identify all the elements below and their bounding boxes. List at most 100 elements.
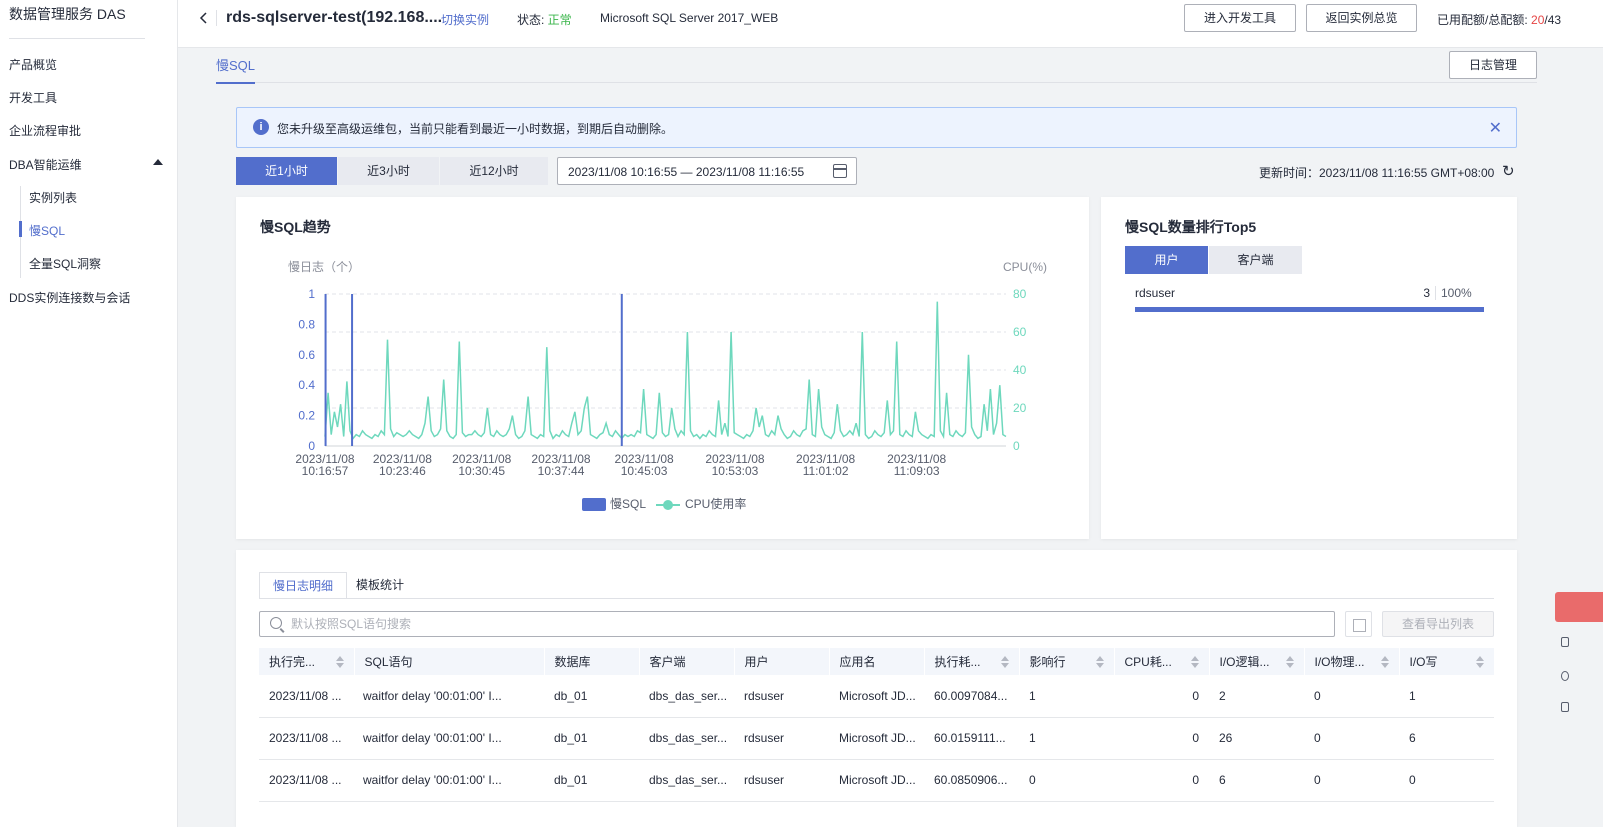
rank-name: rdsuser — [1135, 286, 1176, 300]
active-indicator — [19, 221, 22, 237]
close-icon[interactable]: ✕ — [1489, 118, 1502, 138]
table-cell: 2 — [1209, 675, 1304, 718]
tab-template-stats[interactable]: 模板统计 — [343, 572, 417, 599]
range-3h-button[interactable]: 近3小时 — [338, 157, 439, 185]
column-header: SQL语句 — [354, 648, 545, 675]
column-header[interactable]: I/O写 — [1399, 648, 1495, 675]
x-tick-time: 10:16:57 — [302, 464, 349, 478]
sidebar-item-dba-ops[interactable]: DBA智能运维 — [9, 156, 82, 173]
slow-sql-trend-card: 慢SQL趋势 慢日志（个） CPU(%) 0 0.2 0.4 0.6 0.8 1 0 20 40 60… — [236, 197, 1089, 539]
back-overview-button[interactable]: 返回实例总览 — [1306, 4, 1417, 32]
sidebar-item-full-sql[interactable]: 全量SQL洞察 — [29, 255, 101, 272]
search-input[interactable] — [291, 615, 1311, 633]
table-cell: 26 — [1209, 717, 1304, 760]
y-tick-right: 80 — [1013, 287, 1027, 301]
help-icon[interactable] — [1561, 671, 1569, 681]
info-icon: i — [253, 119, 269, 135]
column-header[interactable]: 影响行 — [1019, 648, 1115, 675]
column-header[interactable]: 执行耗... — [924, 648, 1020, 675]
column-header[interactable]: I/O物理... — [1304, 648, 1400, 675]
divider — [216, 10, 217, 26]
table-cell: 2023/11/08 ... — [259, 759, 354, 802]
sort-icon[interactable] — [1475, 656, 1484, 668]
log-management-button[interactable]: 日志管理 — [1449, 51, 1537, 79]
table-cell: waitfor delay '00:01:00' I... — [354, 717, 544, 760]
column-header[interactable]: I/O逻辑... — [1209, 648, 1305, 675]
export-button[interactable] — [1345, 611, 1372, 637]
x-tick-time: 10:45:03 — [621, 464, 668, 478]
tab-slow-sql[interactable]: 慢SQL — [216, 55, 256, 84]
sidebar-item-dev-tools[interactable]: 开发工具 — [9, 89, 57, 106]
column-header: 应用名 — [829, 648, 925, 675]
range-1h-button[interactable]: 近1小时 — [236, 157, 337, 185]
sort-icon[interactable] — [1000, 656, 1009, 668]
quota-used: 20 — [1531, 13, 1545, 27]
instance-title: rds-sqlserver-test(192.168.... — [226, 9, 443, 26]
sidebar-item-dds-sessions[interactable]: DDS实例连接数与会话 — [9, 289, 130, 306]
divider — [1435, 286, 1436, 300]
chevron-up-icon[interactable] — [153, 159, 163, 165]
date-range-picker[interactable]: 2023/11/08 10:16:55 — 2023/11/08 11:16:5… — [557, 157, 857, 185]
chevron-left-icon[interactable] — [196, 10, 212, 26]
table-row[interactable]: 2023/11/08 ... waitfor delay '00:01:00' I… — [259, 717, 1494, 760]
refresh-icon[interactable]: ↻ — [1502, 162, 1515, 180]
column-header-label: 执行耗... — [934, 655, 981, 669]
search-icon — [270, 617, 282, 629]
status-label: 状态: — [517, 13, 548, 27]
sidebar-item-slow-sql[interactable]: 慢SQL — [29, 222, 65, 239]
x-tick-time: 10:30:45 — [458, 464, 505, 478]
legend-label-cpu: CPU使用率 — [685, 496, 746, 511]
sidebar-item-overview[interactable]: 产品概览 — [9, 56, 57, 73]
calendar-icon[interactable] — [833, 164, 847, 178]
slow-sql-bar — [620, 294, 623, 446]
x-tick-time: 10:23:46 — [379, 464, 426, 478]
divider — [9, 38, 145, 39]
table-cell: 2023/11/08 ... — [259, 675, 354, 718]
column-header-label: 应用名 — [839, 655, 876, 669]
floating-toolbar — [1555, 592, 1603, 722]
table-cell: db_01 — [544, 759, 639, 802]
sort-icon[interactable] — [1285, 656, 1294, 668]
table-cell: 1 — [1399, 675, 1494, 718]
table-cell: 0 — [1114, 717, 1209, 760]
column-header[interactable]: 执行完... — [259, 648, 355, 675]
update-time: 更新时间：2023/11/08 11:16:55 GMT+08:00 — [1259, 166, 1495, 180]
table-cell: Microsoft JD... — [829, 759, 924, 802]
legend-marker-cpu — [663, 500, 673, 510]
rank-bar-track — [1135, 307, 1484, 312]
sort-icon[interactable] — [1095, 656, 1104, 668]
tab-client[interactable]: 客户端 — [1209, 246, 1302, 274]
status: 状态: 正常 — [517, 11, 572, 28]
table-row[interactable]: 2023/11/08 ... waitfor delay '00:01:00' I… — [259, 675, 1494, 718]
sidebar: 数据管理服务 DAS 产品概览 开发工具 企业流程审批 DBA智能运维 实例列表… — [0, 0, 178, 827]
x-tick-time: 11:09:03 — [894, 464, 940, 478]
x-tick-time: 10:53:03 — [712, 464, 759, 478]
column-header[interactable]: CPU耗... — [1114, 648, 1210, 675]
view-export-list-button[interactable]: 查看导出列表 — [1382, 611, 1494, 637]
enter-dev-tool-button[interactable]: 进入开发工具 — [1184, 4, 1296, 32]
tab-slow-log-detail[interactable]: 慢日志明细 — [259, 572, 348, 599]
alert-text: 您未升级至高级运维包，当前只能看到最近一小时数据，到期后自动删除。 — [277, 122, 674, 136]
doc-icon[interactable] — [1561, 702, 1569, 712]
column-header-label: 执行完... — [269, 655, 316, 669]
sort-icon[interactable] — [1190, 656, 1199, 668]
table-cell: Microsoft JD... — [829, 717, 924, 760]
range-12h-button[interactable]: 近12小时 — [440, 157, 548, 185]
table-row[interactable]: 2023/11/08 ... waitfor delay '00:01:00' I… — [259, 759, 1494, 802]
column-header-label: 用户 — [744, 655, 769, 669]
tab-user[interactable]: 用户 — [1125, 246, 1208, 274]
sidebar-item-approval[interactable]: 企业流程审批 — [9, 122, 81, 139]
table-cell: waitfor delay '00:01:00' I... — [354, 759, 544, 802]
table-cell: rdsuser — [734, 717, 829, 760]
table-cell: dbs_das_ser... — [639, 675, 734, 718]
y-tick-left: 0.6 — [298, 348, 315, 362]
feedback-button[interactable] — [1555, 592, 1603, 622]
sidebar-item-instances[interactable]: 实例列表 — [29, 189, 77, 206]
table-cell: 2023/11/08 ... — [259, 717, 354, 760]
divider — [259, 598, 1494, 599]
sort-icon[interactable] — [335, 656, 344, 668]
switch-instance-link[interactable]: 切换实例 — [441, 11, 489, 28]
tool-icon[interactable] — [1561, 637, 1569, 647]
sort-icon[interactable] — [1380, 656, 1389, 668]
slow-log-table: 执行完... SQL语句 数据库 客户端 用户 应用名 执行耗... 影响行 CPU耗... I/… — [259, 648, 1495, 802]
